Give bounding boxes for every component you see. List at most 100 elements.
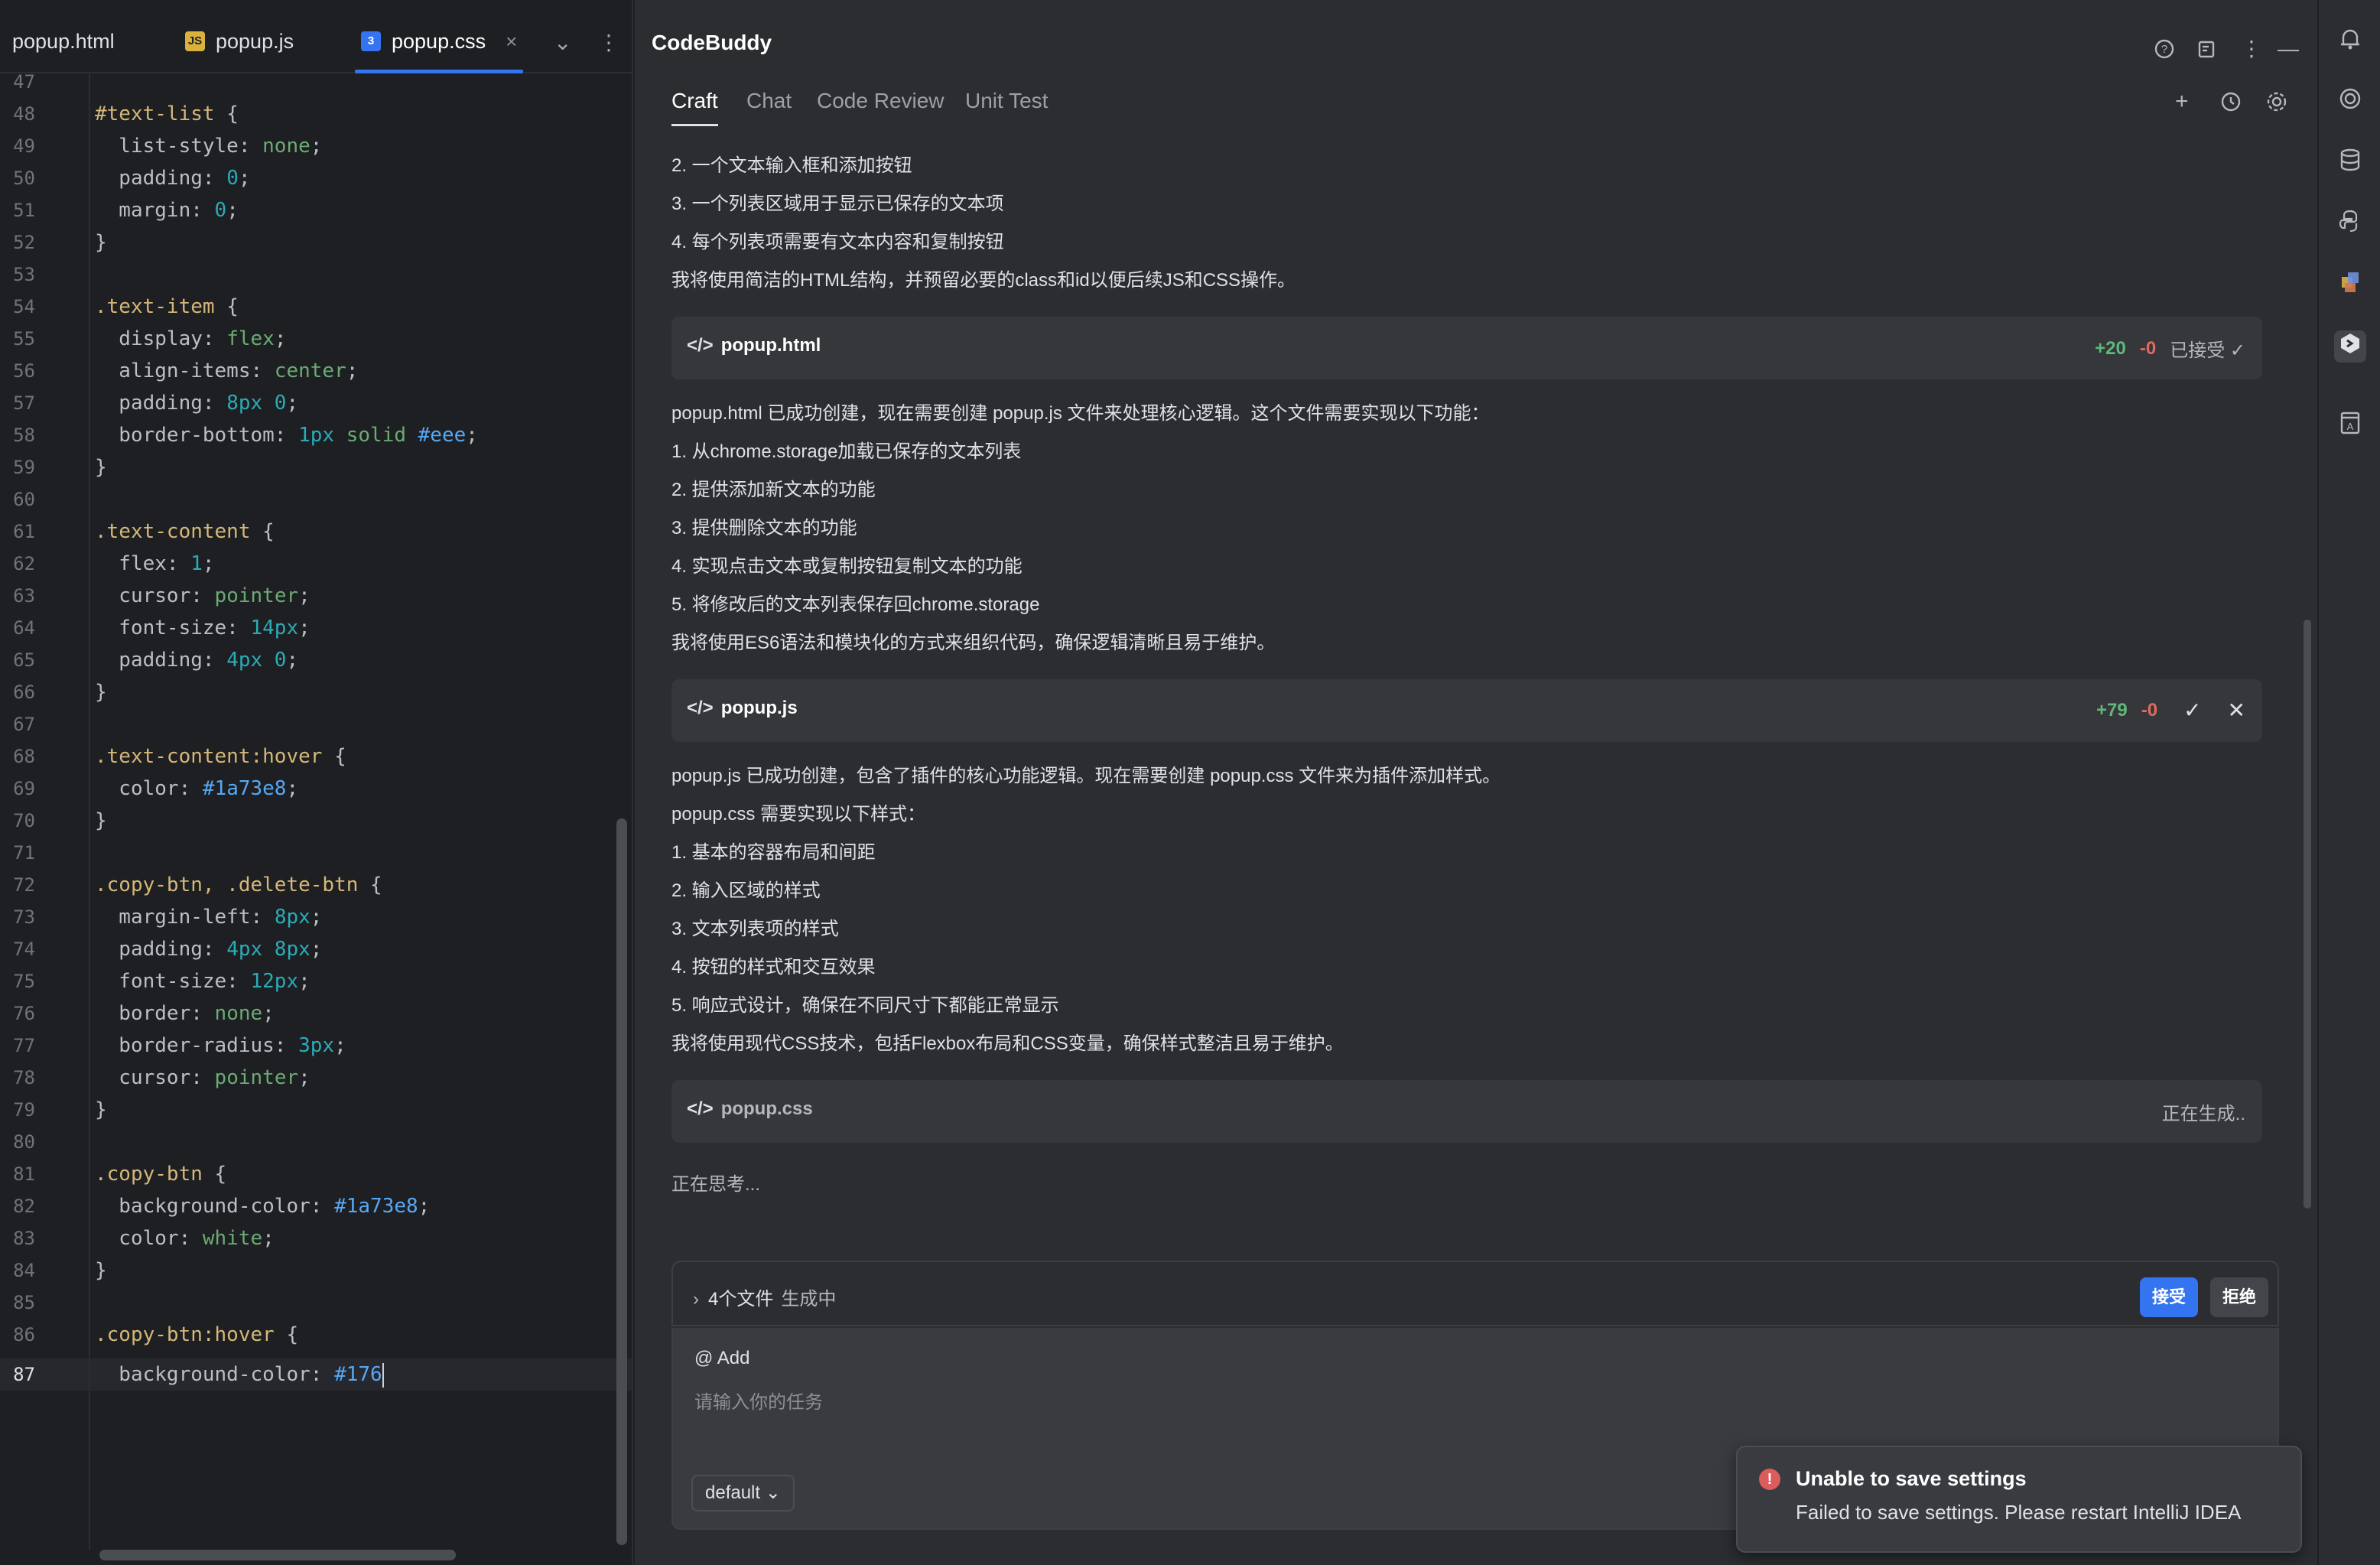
file-card-popup-html[interactable]: </> popup.html +20 -0 已接受 ✓ [671, 317, 2262, 379]
model-select[interactable]: default ⌄ [691, 1475, 795, 1511]
message-line: 我将使用ES6语法和模块化的方式来组织代码，确保逻辑清晰且易于维护。 [671, 633, 1276, 653]
svg-text:?: ? [2161, 43, 2167, 56]
line-number: 66 [13, 682, 35, 703]
line-number: 63 [13, 585, 35, 607]
file-status-generating: 正在生成.. [2161, 1104, 2245, 1124]
code-line: .text-item { [95, 295, 239, 318]
code-line: align-items: center; [95, 360, 359, 382]
message-line: 3. 提供删除文本的功能 [671, 518, 857, 538]
editor-horizontal-scrollbar[interactable] [99, 1550, 456, 1560]
chevron-right-icon: › [693, 1289, 699, 1310]
tab-popup-js[interactable]: JS popup.js [185, 9, 294, 73]
tab-code-review[interactable]: Code Review [817, 89, 945, 113]
code-area[interactable]: 47 48 49 50 51 52 53 54 55 56 57 58 59 6… [0, 73, 633, 1550]
code-line: border-bottom: 1px solid #eee; [95, 424, 478, 447]
add-context-button[interactable]: @ Add [694, 1348, 749, 1369]
message-line: 4. 每个列表项需要有文本内容和复制按钮 [671, 232, 1004, 252]
tab-chat[interactable]: Chat [746, 89, 792, 113]
file-card-popup-css[interactable]: </> popup.css 正在生成.. [671, 1080, 2262, 1143]
code-line: .copy-btn:hover { [95, 1323, 299, 1346]
code-line: color: #1a73e8; [95, 777, 299, 800]
settings-icon[interactable] [2265, 90, 2288, 118]
code-line: color: white; [95, 1227, 275, 1250]
python-icon[interactable] [2334, 208, 2366, 240]
code-icon: </> [687, 335, 714, 356]
line-number: 62 [13, 553, 35, 574]
error-notification[interactable]: ! Unable to save settings Failed to save… [1736, 1446, 2302, 1553]
tab-popup-html[interactable]: popup.html [12, 9, 115, 73]
line-number: 71 [13, 842, 35, 864]
tab-unit-test[interactable]: Unit Test [965, 89, 1048, 113]
tab-popup-css[interactable]: 3 popup.css × [354, 9, 524, 73]
close-icon[interactable]: × [506, 30, 517, 54]
line-number: 75 [13, 971, 35, 992]
line-number: 86 [13, 1324, 35, 1345]
file-card-name: </> popup.css [687, 1098, 813, 1119]
line-number: 52 [13, 232, 35, 253]
message-line: 5. 响应式设计，确保在不同尺寸下都能正常显示 [671, 995, 1059, 1016]
svg-text:A: A [2347, 421, 2354, 432]
codebuddy-icon[interactable] [2334, 330, 2366, 363]
reject-all-button[interactable]: 拒绝 [2210, 1277, 2269, 1317]
line-number: 81 [13, 1163, 35, 1185]
message-line: 2. 一个文本输入框和添加按钮 [671, 155, 912, 176]
line-number: 48 [13, 103, 35, 125]
task-input[interactable] [694, 1388, 2255, 1418]
database-icon[interactable] [2334, 147, 2366, 179]
message-line: popup.html 已成功创建，现在需要创建 popup.js 文件来处理核心… [671, 403, 1490, 424]
line-number: 73 [13, 906, 35, 928]
chevron-down-icon: ⌄ [765, 1482, 781, 1503]
panel-title: CodeBuddy [652, 31, 772, 54]
thinking-indicator: 正在思考... [671, 1174, 761, 1195]
line-number: 49 [13, 135, 35, 157]
file-card-popup-js[interactable]: </> popup.js +79 -0 ✓ ✕ [671, 679, 2262, 742]
help-icon[interactable]: ? [2154, 38, 2175, 63]
line-number: 72 [13, 874, 35, 896]
chevron-down-icon[interactable]: ⌄ [554, 32, 571, 54]
css-file-icon: 3 [361, 31, 381, 51]
message-line: 4. 实现点击文本或复制按钮复制文本的功能 [671, 556, 1023, 577]
code-line: background-color: #1a73e8; [95, 1195, 431, 1218]
tab-craft[interactable]: Craft [671, 89, 718, 126]
message-line: 3. 一个列表区域用于显示已保存的文本项 [671, 194, 1004, 214]
plus-icon[interactable]: + [2175, 90, 2189, 113]
code-line: padding: 8px 0; [95, 392, 299, 415]
line-number: 54 [13, 296, 35, 317]
plugins-icon[interactable] [2334, 269, 2366, 301]
code-line: .copy-btn, .delete-btn { [95, 874, 382, 896]
code-line: } [95, 1098, 107, 1121]
code-line: border-radius: 3px; [95, 1034, 346, 1057]
lines-added: +79 [2096, 699, 2128, 721]
code-line: } [95, 809, 107, 832]
minimize-icon[interactable]: — [2278, 38, 2299, 60]
line-number: 58 [13, 425, 35, 446]
accept-all-button[interactable]: 接受 [2140, 1277, 2199, 1317]
code-line: .text-content { [95, 520, 275, 543]
reject-close-icon[interactable]: ✕ [2228, 698, 2245, 723]
generation-toggle[interactable]: › 4个文件 生成中 [693, 1284, 836, 1310]
more-vertical-icon[interactable]: ⋮ [598, 32, 619, 54]
line-number: 65 [13, 649, 35, 671]
notes-icon[interactable] [2196, 38, 2218, 63]
error-icon: ! [1759, 1469, 1780, 1490]
codebuddy-panel: CodeBuddy ? ⋮ — Craft Chat Code Review U… [635, 0, 2317, 1565]
accept-check-icon[interactable]: ✓ [2183, 698, 2201, 723]
translate-icon[interactable]: A [2334, 410, 2366, 442]
message-line: 1. 基本的容器布局和间距 [671, 842, 876, 863]
text-caret [382, 1362, 384, 1388]
file-status: 已接受 ✓ [2170, 340, 2245, 361]
editor-vertical-scrollbar[interactable] [616, 818, 627, 1545]
code-line: flex: 1; [95, 552, 215, 575]
code-line: font-size: 12px; [95, 970, 311, 993]
code-icon: </> [687, 1098, 714, 1119]
tab-label: popup.html [12, 29, 115, 53]
js-file-icon: JS [185, 31, 205, 51]
history-icon[interactable] [2219, 90, 2242, 118]
notifications-icon[interactable] [2334, 26, 2366, 58]
lines-added: +20 [2095, 337, 2126, 359]
message-line: 1. 从chrome.storage加载已保存的文本列表 [671, 441, 1022, 462]
more-icon[interactable]: ⋮ [2241, 38, 2262, 60]
codebuddy-swirl-icon[interactable] [2334, 86, 2366, 118]
message-line: popup.js 已成功创建，包含了插件的核心功能逻辑。现在需要创建 popup… [671, 766, 1501, 786]
chat-scrollbar[interactable] [2304, 620, 2311, 1209]
